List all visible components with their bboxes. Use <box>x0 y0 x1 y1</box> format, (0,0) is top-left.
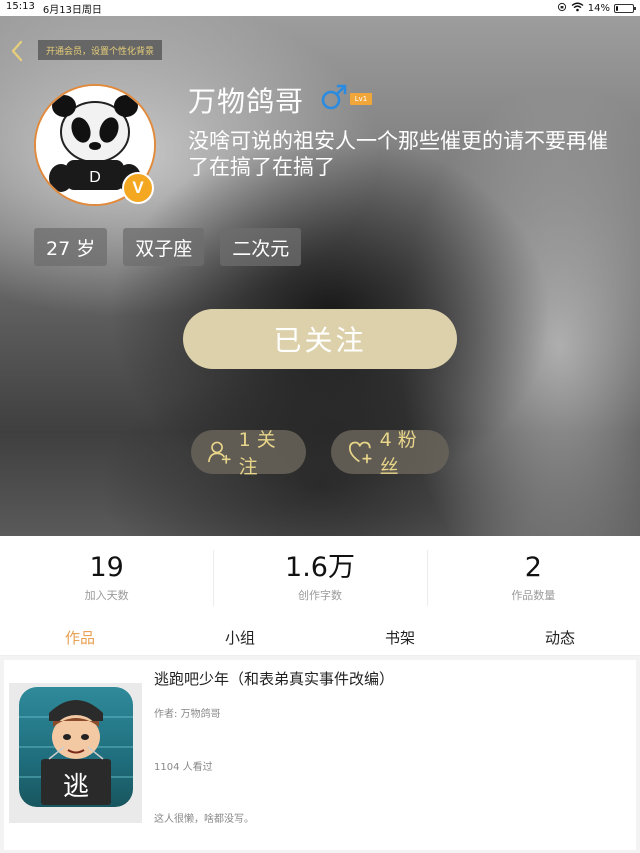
work-views: 1104 人看过 <box>154 762 213 773</box>
level-badge: Lv1 <box>350 93 372 105</box>
wifi-icon <box>571 2 584 15</box>
stat-value: 19 <box>89 552 124 583</box>
status-date: 6月13日周日 <box>42 4 102 16</box>
profile-tags: 27 岁 双子座 二次元 <box>34 228 302 266</box>
tab-groups[interactable]: 小组 <box>160 620 320 655</box>
status-bar: 15:13 6月13日周日 14% <box>0 0 640 16</box>
fans-button[interactable]: 4 粉丝 <box>331 429 449 478</box>
stat-works-count: 2 作品数量 <box>426 536 640 620</box>
work-author: 作者: 万物鸽哥 <box>154 709 221 720</box>
battery-icon <box>614 3 636 13</box>
cover-char: 逃 <box>63 772 89 802</box>
male-gender-icon <box>321 84 347 110</box>
stat-join-days: 19 加入天数 <box>0 536 213 620</box>
stat-label: 作品数量 <box>511 589 556 602</box>
battery-percent: 14% <box>587 2 610 14</box>
follow-button[interactable]: 已关注 <box>183 309 457 369</box>
add-user-icon <box>208 441 231 464</box>
status-time: 15:13 <box>6 0 35 12</box>
tab-activity[interactable]: 动态 <box>480 620 640 655</box>
vip-background-banner[interactable]: 开通会员，设置个性化背景 <box>38 40 163 60</box>
vip-badge-icon: V <box>122 172 154 204</box>
stat-value: 2 <box>524 552 542 583</box>
work-cover: 逃 <box>9 683 142 823</box>
back-button[interactable] <box>6 38 28 64</box>
work-description: 这人很懒，啥都没写。 <box>154 814 254 825</box>
tab-works[interactable]: 作品 <box>0 620 160 655</box>
work-list-item[interactable]: 逃 逃跑吧少年（和表弟真实事件改编） 作者: 万物鸽哥 1104 人看过 这人很… <box>4 660 636 850</box>
stat-label: 创作字数 <box>297 589 342 602</box>
zodiac-tag: 双子座 <box>123 228 205 266</box>
interest-tag: 二次元 <box>220 228 302 266</box>
stats-bar: 19 加入天数 1.6万 创作字数 2 作品数量 <box>0 536 640 620</box>
stat-value: 1.6万 <box>285 552 355 583</box>
work-title: 逃跑吧少年（和表弟真实事件改编） <box>154 670 395 688</box>
following-count-label: 1 关注 <box>238 429 276 478</box>
profile-tabs: 作品 小组 书架 动态 <box>0 620 640 656</box>
stat-word-count: 1.6万 创作字数 <box>213 536 426 620</box>
profile-header: 开通会员，设置个性化背景 D V 万物鸽哥 Lv1 没啥可说的祖安人一个那些催更… <box>0 16 640 536</box>
tab-bookshelf[interactable]: 书架 <box>320 620 480 655</box>
following-button[interactable]: 1 关注 <box>191 429 306 478</box>
heart-plus-icon <box>348 441 372 464</box>
chevron-left-icon <box>11 40 23 62</box>
cover-image: 逃 <box>19 687 133 807</box>
orientation-lock-icon <box>557 2 567 15</box>
profile-bio: 没啥可说的祖安人一个那些催更的请不要再催了在搞了在搞了 <box>188 129 608 179</box>
stat-label: 加入天数 <box>84 589 129 602</box>
age-tag: 27 岁 <box>34 228 108 266</box>
username: 万物鸽哥 <box>188 85 305 118</box>
svg-text:D: D <box>89 169 101 186</box>
fans-count-label: 4 粉丝 <box>379 429 417 478</box>
